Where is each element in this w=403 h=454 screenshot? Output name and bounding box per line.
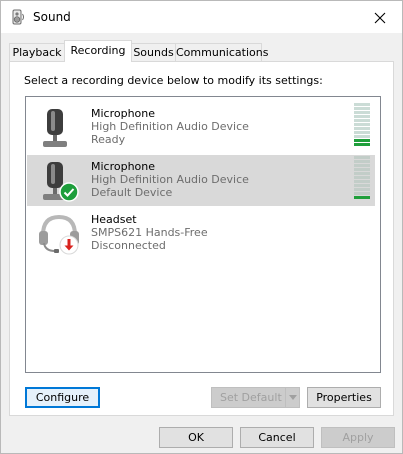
device-description: High Definition Audio Device xyxy=(91,173,249,186)
tab-sounds[interactable]: Sounds xyxy=(131,43,176,62)
device-name: Microphone xyxy=(91,160,156,173)
device-status: Ready xyxy=(91,133,126,146)
window-title: Sound xyxy=(33,10,71,24)
level-meter xyxy=(354,103,370,147)
device-name: Microphone xyxy=(91,107,156,120)
sound-dialog: Sound Playback Recording Sounds Communic… xyxy=(0,0,403,454)
title-bar[interactable]: Sound xyxy=(1,1,402,33)
disconnected-arrow-icon xyxy=(59,235,79,255)
tab-strip: Playback Recording Sounds Communications xyxy=(9,40,399,62)
apply-button[interactable]: Apply xyxy=(321,427,395,448)
device-list: Microphone High Definition Audio Device … xyxy=(25,96,381,373)
cancel-button[interactable]: Cancel xyxy=(240,427,314,448)
close-icon xyxy=(374,12,386,24)
ok-button[interactable]: OK xyxy=(159,427,233,448)
level-meter xyxy=(354,156,370,200)
default-check-icon xyxy=(59,182,79,202)
microphone-icon xyxy=(37,105,83,151)
properties-button[interactable]: Properties xyxy=(307,387,381,408)
configure-button[interactable]: Configure xyxy=(25,387,100,408)
instruction-text: Select a recording device below to modif… xyxy=(24,74,323,87)
chevron-down-icon[interactable] xyxy=(285,388,299,407)
set-default-label: Set Default xyxy=(220,391,282,404)
device-status: Default Device xyxy=(91,186,173,199)
close-button[interactable] xyxy=(366,7,394,29)
set-default-button[interactable]: Set Default xyxy=(211,387,300,408)
list-item-microphone-1[interactable]: Microphone High Definition Audio Device … xyxy=(27,102,375,153)
device-description: High Definition Audio Device xyxy=(91,120,249,133)
speaker-icon xyxy=(10,9,26,25)
tab-playback[interactable]: Playback xyxy=(9,43,65,62)
list-item-headset[interactable]: Headset SMPS621 Hands-Free Disconnected xyxy=(27,208,375,259)
list-item-microphone-2[interactable]: Microphone High Definition Audio Device … xyxy=(27,155,375,206)
device-status: Disconnected xyxy=(91,239,166,252)
tab-communications[interactable]: Communications xyxy=(175,43,268,62)
tab-recording[interactable]: Recording xyxy=(64,40,132,62)
device-description: SMPS621 Hands-Free xyxy=(91,226,208,239)
device-name: Headset xyxy=(91,213,137,226)
recording-panel: Select a recording device below to modif… xyxy=(9,61,394,416)
